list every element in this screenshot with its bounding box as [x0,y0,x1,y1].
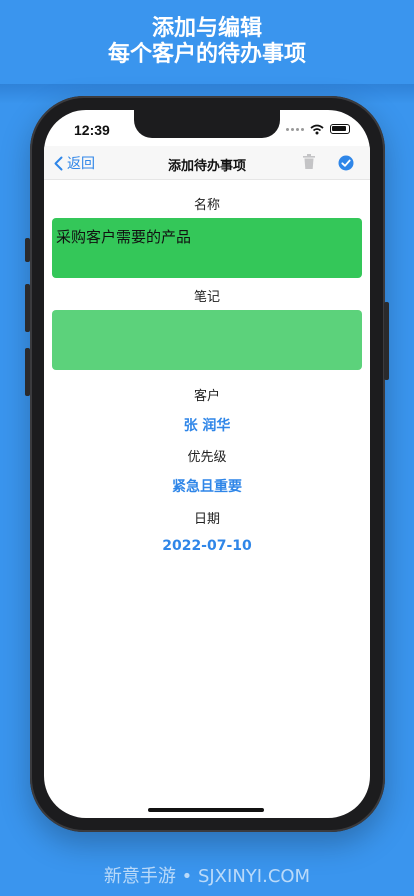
checkmark-circle-icon[interactable] [338,155,354,171]
watermark: 新意手游 • SJXINYI.COM [103,866,311,887]
priority-selector[interactable]: 紧急且重要 [44,476,370,496]
date-label: 日期 [193,512,220,527]
battery-icon [330,124,350,134]
notch [134,110,280,138]
note-label: 笔记 [193,290,220,305]
status-time: 12:39 [74,122,110,138]
name-field[interactable]: 采购客户需要的产品 [52,218,362,278]
home-indicator [148,808,264,812]
page-title: 添加待办事项 [167,159,246,174]
phone-screen: 12:39 返回 添加待办事项 名称 采购客户需要的产品 笔记 客户 张 润华 … [44,110,370,818]
date-picker[interactable]: 2022-07-10 [44,538,370,554]
phone-mute-switch [25,238,30,262]
name-field-value: 采购客户需要的产品 [56,228,192,246]
status-icons [286,123,350,135]
phone-power-button [384,302,389,380]
promo-headline: 添加与编辑 每个客户的待办事项 [0,16,414,68]
navigation-bar: 返回 添加待办事项 [44,146,370,180]
promo-headline-line2: 每个客户的待办事项 [107,42,306,67]
customer-label: 客户 [193,389,220,404]
name-label: 名称 [193,198,220,213]
promo-headline-line1: 添加与编辑 [151,16,262,41]
note-field[interactable] [52,310,362,370]
customer-selector[interactable]: 张 润华 [44,415,370,435]
trash-icon[interactable] [302,154,316,170]
priority-label: 优先级 [187,450,227,465]
wifi-icon [310,124,324,134]
phone-volume-down [25,348,30,396]
phone-volume-up [25,284,30,332]
signal-icon [286,127,304,131]
